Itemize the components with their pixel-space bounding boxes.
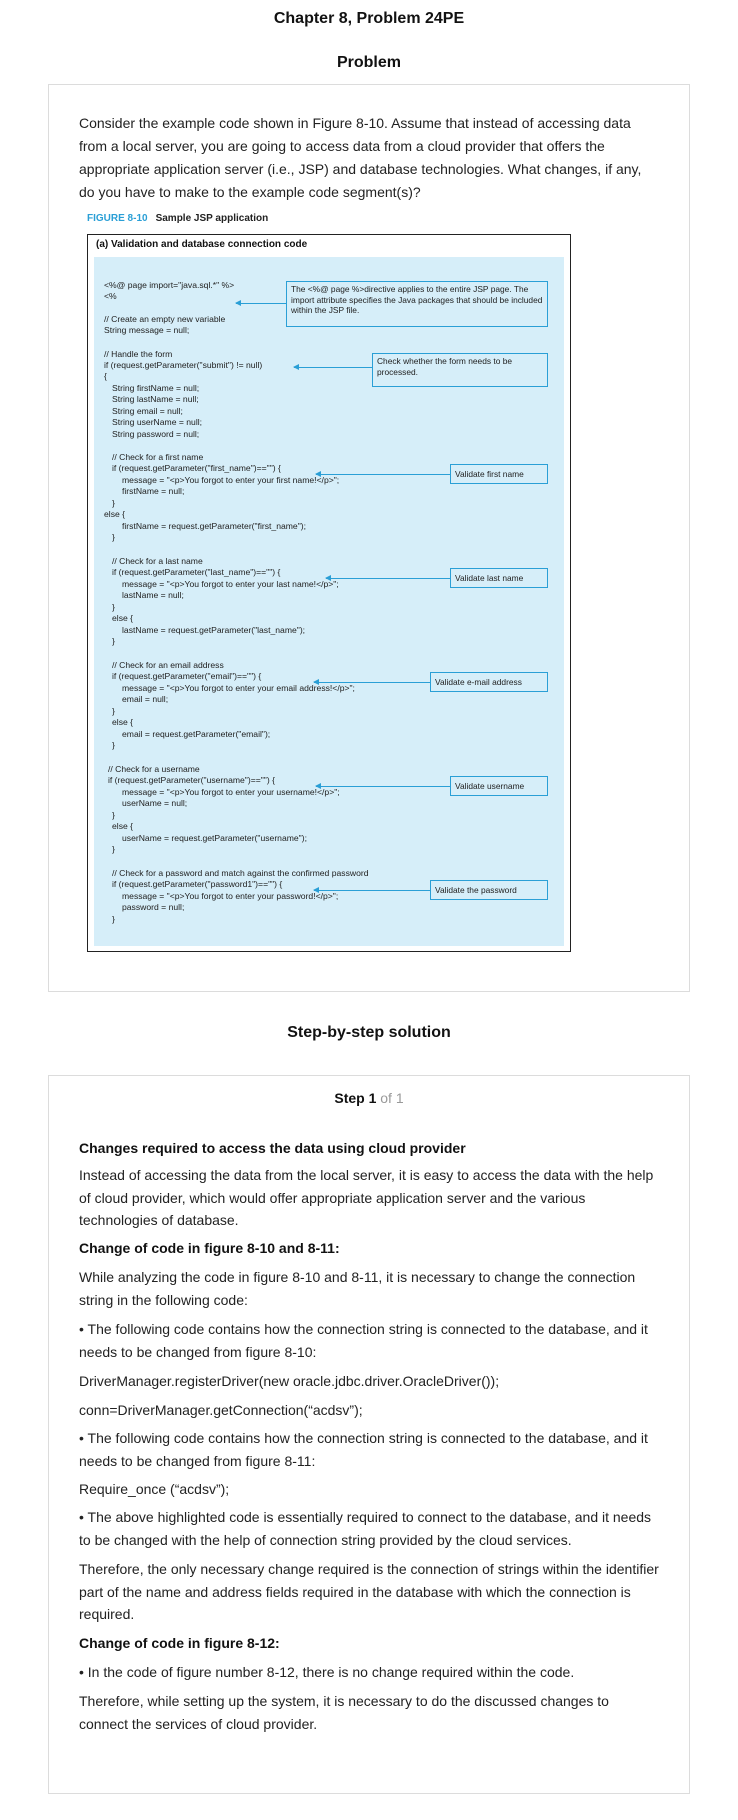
code-line: } [112,844,115,854]
solution-heading: Step-by-step solution [287,1024,451,1041]
callout-form-check: Check whether the form needs to be proce… [372,353,548,387]
arrow-icon [315,471,450,477]
code-line: message = "<p>You forgot to enter your l… [122,579,339,589]
code-line: // Check for a username [108,764,200,774]
code-line: } [112,498,115,508]
code-line: email = null; [122,694,169,704]
code-line: } [112,602,115,612]
code-line: { [104,371,107,381]
page-title: Chapter 8, Problem 24PE [273,10,465,27]
code-line: message = "<p>You forgot to enter your e… [122,683,355,693]
code-line: String email = null; [112,406,183,416]
code-line: userName = null; [122,798,188,808]
solution-bullet: • The following code contains how the co… [79,1430,648,1469]
solution-bullet: • The above highlighted code is essentia… [79,1509,652,1548]
code-line: if (request.getParameter("submit") != nu… [104,360,263,370]
code-line: <% [104,291,117,301]
arrow-icon [315,783,450,789]
code-line: String password = null; [112,429,200,439]
code-panel: <%@ page import="java.sql.*" %> <% // Cr… [94,257,564,946]
problem-card: Consider the example code shown in Figur… [48,84,690,992]
code-line: if (request.getParameter("email")=="") { [112,671,262,681]
code-line: } [112,706,115,716]
code-line: } [112,636,115,646]
code-line: String firstName = null; [112,383,200,393]
problem-question: Consider the example code shown in Figur… [79,115,642,200]
step-label: Step 1 of 1 [49,1090,689,1106]
code-line: email = request.getParameter("email"); [122,729,271,739]
code-line: password = null; [122,902,185,912]
figure-caption: FIGURE 8-10 Sample JSP application [87,213,268,224]
arrow-icon [325,575,450,581]
solution-card: Step 1 of 1 Changes required to access t… [48,1075,690,1794]
solution-code-line: DriverManager.registerDriver(new oracle.… [79,1373,500,1389]
solution-subheading: Changes required to access the data usin… [79,1140,466,1156]
code-line: String message = null; [104,325,190,335]
code-line: if (request.getParameter("first_name")==… [112,463,281,473]
arrow-icon [293,364,372,370]
callout-validate-last-name: Validate last name [450,568,548,588]
code-line: // Check for a last name [112,556,203,566]
code-line: } [112,532,115,542]
code-line: // Check for a first name [112,452,204,462]
solution-code-line: Require_once (“acdsv”); [79,1481,230,1497]
code-line: <%@ page import="java.sql.*" %> [104,280,235,290]
figure-image: (a) Validation and database connection c… [87,234,571,952]
code-line: else { [112,821,134,831]
code-line: message = "<p>You forgot to enter your f… [122,475,340,485]
solution-bullet: • The following code contains how the co… [79,1321,648,1360]
step-of: of 1 [380,1090,404,1106]
solution-subheading: Change of code in figure 8-10 and 8-11: [79,1240,340,1256]
code-line: } [112,810,115,820]
code-line: else { [112,613,134,623]
step-number: Step 1 [334,1090,377,1106]
code-line: if (request.getParameter("username")==""… [108,775,275,785]
callout-page-directive: The <%@ page %>directive applies to the … [286,281,548,327]
solution-bullet: • In the code of figure number 8-12, the… [79,1664,575,1680]
arrow-icon [235,300,286,306]
code-line: String lastName = null; [112,394,199,404]
code-line: // Check for an email address [112,660,224,670]
solution-paragraph: Instead of accessing the data from the l… [79,1167,654,1228]
callout-validate-password: Validate the password [430,880,548,900]
solution-paragraph: Therefore, the only necessary change req… [79,1561,659,1622]
code-line: String userName = null; [112,417,203,427]
code-line: message = "<p>You forgot to enter your p… [122,891,339,901]
code-line: firstName = null; [122,486,185,496]
code-line: } [112,740,115,750]
problem-heading: Problem [336,54,401,71]
callout-validate-email: Validate e-mail address [430,672,548,692]
code-line: else { [112,717,134,727]
solution-paragraph: While analyzing the code in figure 8-10 … [79,1269,636,1308]
arrow-icon [313,679,430,685]
code-line: else { [104,509,126,519]
solution-subheading: Change of code in figure 8-12: [79,1635,280,1651]
code-line: firstName = request.getParameter("first_… [122,521,307,531]
code-line: if (request.getParameter("last_name")=="… [112,567,281,577]
figure-subtitle: (a) Validation and database connection c… [96,239,308,250]
callout-validate-username: Validate username [450,776,548,796]
code-line: // Check for a password and match agains… [112,868,369,878]
solution-paragraph: Therefore, while setting up the system, … [79,1693,609,1732]
code-line: // Handle the form [104,349,173,359]
code-line: lastName = null; [122,590,184,600]
code-line: lastName = request.getParameter("last_na… [122,625,306,635]
callout-validate-first-name: Validate first name [450,464,548,484]
code-line: // Create an empty new variable [104,314,226,324]
arrow-icon [313,887,430,893]
code-line: } [112,914,115,924]
code-line: message = "<p>You forgot to enter your u… [122,787,340,797]
code-line: userName = request.getParameter("usernam… [122,833,307,843]
figure-number: FIGURE 8-10 [87,213,148,224]
figure-caption-text: Sample JSP application [155,213,269,224]
code-line: if (request.getParameter("password1")=="… [112,879,283,889]
solution-code-line: conn=DriverManager.getConnection(“acdsv”… [79,1402,363,1418]
